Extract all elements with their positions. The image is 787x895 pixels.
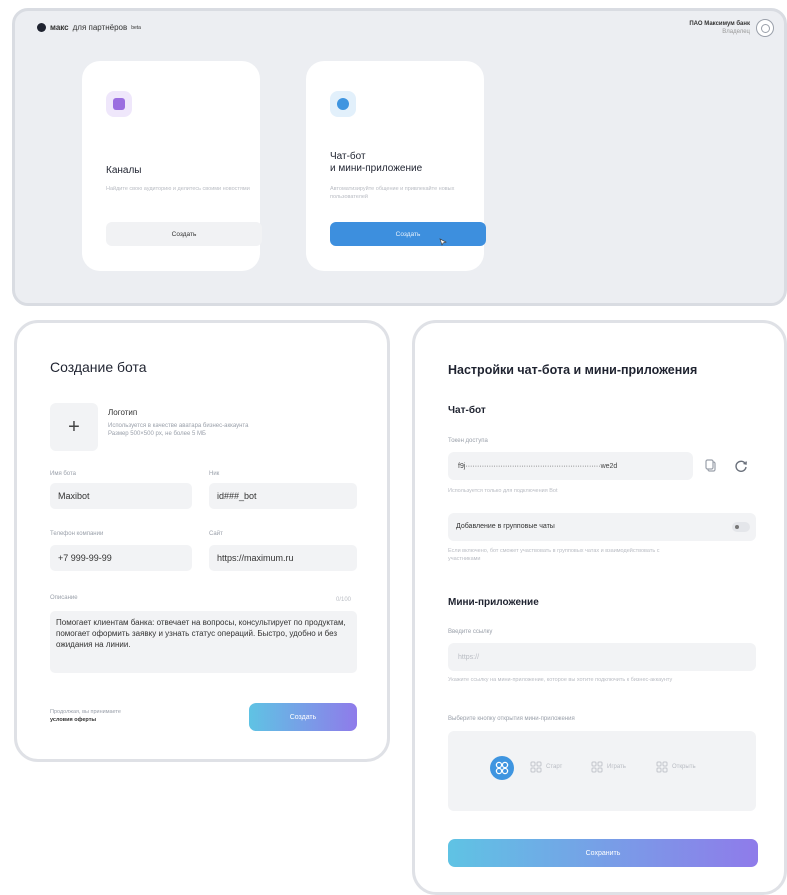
option-label: Играть [607,764,626,770]
logo-icon [37,23,46,32]
grid-icon [530,761,542,773]
phone-label: Телефон компании [50,531,104,537]
bot-nick-field[interactable]: id###_bot [209,483,357,509]
chat-bubble-icon [330,91,356,117]
card-title: Чат-бот и мини-приложение [330,151,470,175]
open-button-label: Выберите кнопку открытия мини-приложения [448,716,575,722]
create-channel-button[interactable]: Создать [106,222,262,246]
description-field[interactable]: Помогает клиентам банка: отвечает на воп… [50,611,357,673]
token-label: Токен доступа [448,438,488,444]
settings-title: Настройки чат-бота и мини-приложения [448,363,698,377]
name-label: Имя бота [50,471,77,477]
group-chats-hint: Если включено, бот сможет участвовать в … [448,548,660,562]
description-label: Описание [50,595,78,601]
card-description: Автоматизируйте общение и привлекайте но… [330,186,455,200]
phone-field[interactable]: +7 999-99-99 [50,545,192,571]
mini-app-link-input[interactable]: https:// [448,643,756,671]
chatbot-card[interactable]: Чат-бот и мини-приложение Автоматизируйт… [306,61,486,271]
terms-notice: Продолжая, вы принимаете условия оферты [50,708,121,724]
mini-app-heading: Мини-приложение [448,597,539,608]
logo-hint-line2: Размер 500×500 px, не более 5 МБ [108,431,206,437]
grid-option-selected[interactable] [490,756,514,780]
logo-upload-button[interactable]: + [50,403,98,451]
chatbot-heading: Чат-бот [448,405,486,416]
user-name: ПАО Максимум банк [689,21,750,27]
settings-panel: Настройки чат-бота и мини-приложения Чат… [412,320,787,895]
group-chats-toggle[interactable] [732,522,750,532]
avatar[interactable] [756,19,774,37]
refresh-icon[interactable] [733,458,749,474]
channels-card[interactable]: Каналы Найдите свою аудиторию и делитесь… [82,61,262,271]
description-counter: 0/100 [335,597,351,603]
site-label: Сайт [209,531,223,537]
card-title-line1: Чат-бот [330,151,366,162]
megaphone-icon [106,91,132,117]
option-open[interactable]: Открыть [656,761,696,773]
card-description: Найдите свою аудиторию и делитесь своими… [106,186,250,192]
terms-text: Продолжая, вы принимаете [50,709,121,715]
brand-logo[interactable]: макс для партнёров beta [37,23,141,32]
copy-icon[interactable] [703,458,719,474]
dashboard-frame: макс для партнёров beta ПАО Максимум бан… [12,8,787,306]
card-title: Каналы [106,165,142,176]
logo-hint: Используется в качестве аватара бизнес-а… [108,422,328,438]
user-role: Владелец [722,29,750,35]
page-title: Создание бота [50,359,147,375]
mouse-cursor-icon [439,238,447,246]
logo-label: Логотип [108,408,138,417]
create-bot-button[interactable]: Создать [249,703,357,731]
grid-icon [495,761,509,775]
nick-label: Ник [209,471,220,477]
grid-icon [591,761,603,773]
logo-suffix: для партнёров [72,23,128,32]
terms-link[interactable]: условия оферты [50,717,96,723]
link-label: Введите ссылку [448,629,493,635]
link-hint: Укажите ссылку на мини-приложение, котор… [448,677,673,683]
save-button[interactable]: Сохранить [448,839,758,867]
option-label: Старт [546,764,563,770]
user-menu[interactable]: ПАО Максимум банк Владелец [689,19,774,37]
bot-creation-panel: Создание бота + Логотип Используется в к… [14,320,390,762]
create-chatbot-button[interactable]: Создать [330,222,486,246]
site-field[interactable]: https://maximum.ru [209,545,357,571]
card-title-line2: и мини-приложение [330,163,423,174]
group-chats-label: Добавление в групповые чаты [456,523,555,530]
option-start[interactable]: Старт [530,761,562,773]
open-button-selector: Старт Играть Открыть [448,731,756,811]
logo-word: макс [50,23,69,32]
token-field[interactable]: f9j·····································… [448,452,693,480]
logo-hint-line1: Используется в качестве аватара бизнес-а… [108,423,249,429]
grid-icon [656,761,668,773]
option-play[interactable]: Играть [591,761,626,773]
option-label: Открыть [672,764,696,770]
token-hint: Используется только для подключения Bot [448,488,558,494]
bot-name-field[interactable]: Maxibot [50,483,192,509]
logo-badge: beta [131,24,141,31]
group-chats-row[interactable]: Добавление в групповые чаты [448,513,756,541]
